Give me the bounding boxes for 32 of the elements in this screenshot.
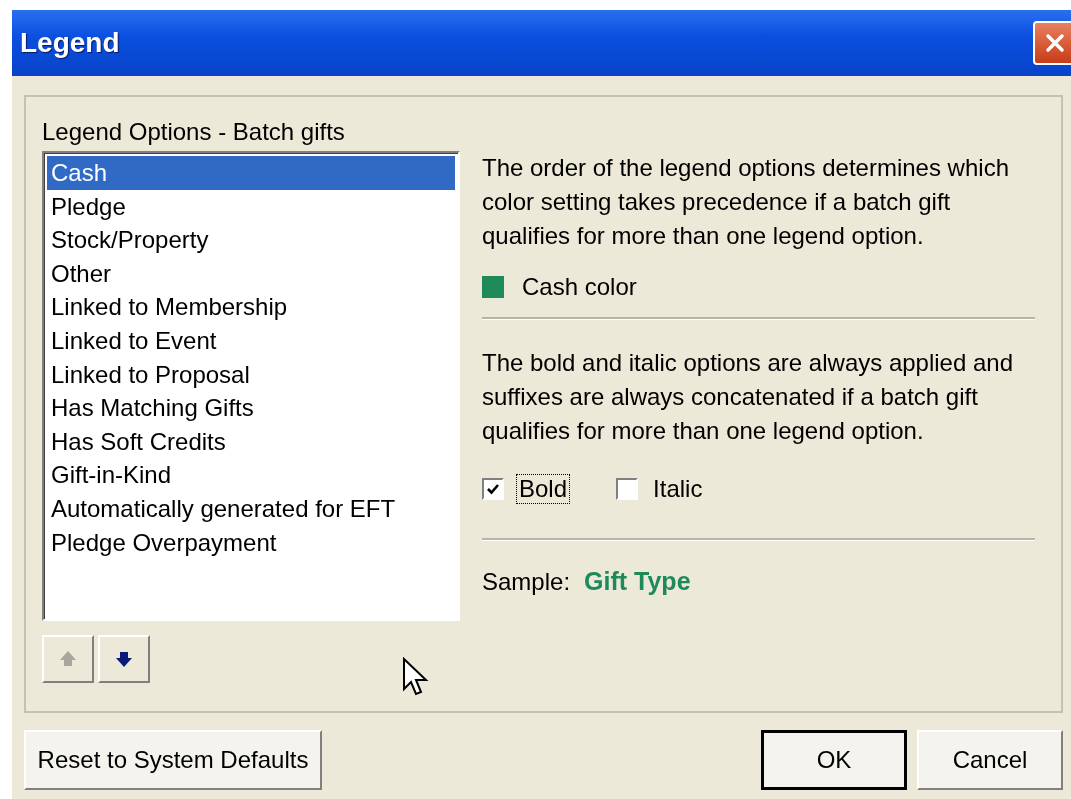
color-swatch[interactable] [482, 276, 504, 298]
list-item[interactable]: Has Soft Credits [47, 424, 455, 459]
dialog-button[interactable]: Cancel [917, 730, 1063, 790]
list-item[interactable]: Linked to Proposal [47, 357, 455, 392]
checkbox[interactable] [616, 478, 639, 500]
list-item[interactable]: Other [47, 256, 455, 291]
checkbox-label[interactable]: Italic [650, 474, 706, 504]
list-item[interactable]: Pledge [47, 189, 455, 224]
move-down-button[interactable] [98, 635, 150, 683]
close-button[interactable] [1033, 21, 1071, 65]
sample-text: Gift Type [584, 567, 691, 596]
window-title: Legend [20, 27, 120, 59]
checkbox[interactable] [482, 478, 504, 500]
checkbox-label[interactable]: Bold [516, 474, 571, 504]
list-item[interactable]: Gift-in-Kind [47, 458, 455, 492]
color-label: Cash color [522, 273, 637, 301]
dialog-button[interactable]: OK [761, 730, 907, 790]
style-note: The bold and italic options are always applied and suffixes are always concatenated if a batch gift qualifies for more than one legend option. [482, 348, 1014, 446]
close-icon [1045, 33, 1065, 53]
list-item[interactable]: Cash [47, 156, 455, 190]
sample-label: Sample: [482, 568, 571, 596]
group-label: Legend Options - Batch gifts [42, 117, 346, 147]
up-arrow-icon [58, 649, 78, 669]
list-item[interactable]: Has Matching Gifts [47, 391, 455, 425]
list-item[interactable]: Automatically generated for EFT [47, 491, 455, 526]
list-item[interactable]: Linked to Membership [47, 290, 455, 324]
list-item[interactable]: Linked to Event [47, 323, 455, 358]
list-item[interactable]: Pledge Overpayment [47, 525, 455, 560]
list-item[interactable]: Stock/Property [47, 223, 455, 257]
down-arrow-icon [114, 649, 134, 669]
dialog-button[interactable]: Reset to System Defaults [24, 730, 322, 790]
order-note: The order of the legend options determines which color setting takes precedence if a batch gift qualifies for more than one legend option. [482, 153, 1010, 251]
